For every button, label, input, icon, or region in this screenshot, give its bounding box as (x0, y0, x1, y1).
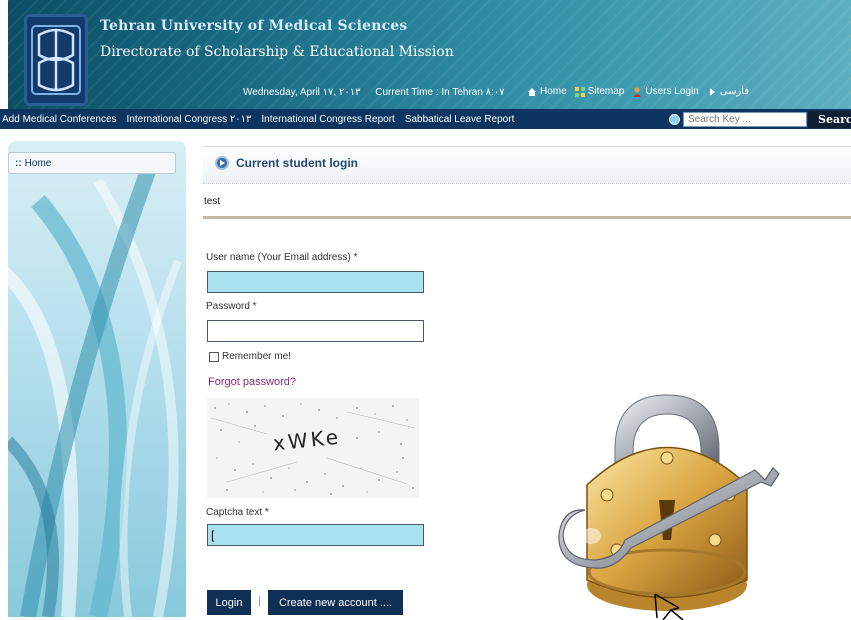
username-field[interactable] (207, 271, 424, 293)
padlock-key-icon (558, 394, 780, 611)
button-separator: | (258, 595, 261, 607)
user-icon (633, 87, 642, 97)
page-title: Current student login (236, 156, 358, 170)
arrow-right-icon (709, 87, 715, 96)
remember-me: Remember me! (209, 351, 291, 362)
captcha-label: Captcha text * (206, 507, 269, 518)
captcha-image: xWKe (207, 398, 419, 498)
remember-checkbox[interactable] (209, 351, 219, 362)
site-header: Tehran University of Medical Sciences Di… (8, 0, 851, 109)
divider (203, 216, 851, 219)
current-date: Wednesday, April ۱۷, ۲۰۱۳ (243, 87, 361, 98)
forgot-password-link[interactable]: Forgot password? (208, 376, 296, 388)
username-label: User name (Your Email address) * (206, 252, 358, 263)
bullet-icon: :: (15, 157, 22, 169)
nav-congress-report[interactable]: International Congress Report (261, 114, 394, 125)
password-label: Password * (206, 301, 257, 312)
nav-international-congress[interactable]: International Congress ۲۰۱۳ (127, 114, 252, 125)
search-button[interactable]: Search (808, 111, 851, 128)
users-login-link[interactable]: Users Login (632, 86, 699, 97)
home-link[interactable]: Home (527, 86, 567, 97)
sitemap-link[interactable]: Sitemap (574, 86, 624, 97)
login-button[interactable]: Login (207, 590, 251, 615)
play-circle-icon (215, 156, 229, 170)
password-field[interactable] (207, 320, 424, 342)
university-logo[interactable] (24, 14, 88, 106)
panel-subtext: test (204, 196, 221, 207)
sitemap-icon (574, 86, 585, 97)
search-area (669, 112, 807, 127)
search-input[interactable] (683, 112, 807, 127)
mouse-cursor-icon (654, 593, 684, 620)
current-time: Current Time : In Tehran ۸:۰۷ (375, 87, 505, 98)
nav-sabbatical-leave-report[interactable]: Sabbatical Leave Report (405, 114, 515, 125)
site-subtitle: Directorate of Scholarship & Educational… (100, 44, 454, 60)
sidebar (8, 141, 186, 617)
sidebar-item-home[interactable]: :: Home (8, 152, 176, 174)
sidebar-item-label: Home (24, 157, 52, 169)
nav-add-medical-conferences[interactable]: Add Medical Conferences (2, 114, 117, 125)
logo-emblem-icon (31, 25, 81, 95)
site-title: Tehran University of Medical Sciences (100, 18, 408, 34)
remember-label: Remember me! (222, 351, 291, 362)
sidebar-decoration (8, 168, 182, 617)
top-links: Home Sitemap Users Login فارسی (527, 86, 749, 97)
farsi-link[interactable]: فارسی (707, 86, 749, 97)
date-time-bar: Wednesday, April ۱۷, ۲۰۱۳ Current Time :… (243, 87, 517, 98)
captcha-field[interactable] (207, 524, 424, 546)
search-icon (669, 114, 680, 125)
create-account-button[interactable]: Create new account .... (268, 590, 403, 615)
home-icon (528, 87, 536, 96)
